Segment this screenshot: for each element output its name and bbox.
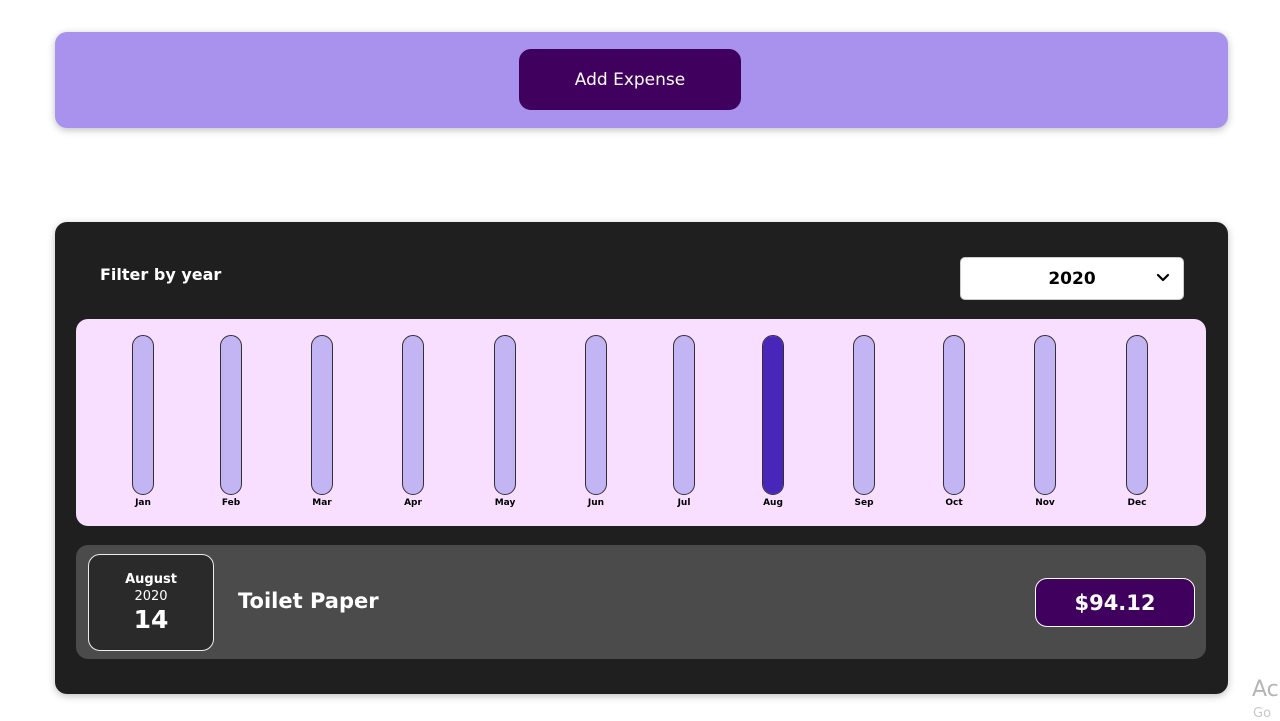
chart-bar-track <box>220 335 242 495</box>
chart-bar-feb: Feb <box>211 335 251 508</box>
chevron-down-icon <box>1156 273 1170 282</box>
chart-bar-track <box>585 335 607 495</box>
chart-bar-jan: Jan <box>123 335 163 508</box>
expense-date-month: August <box>125 571 177 587</box>
chart-bar-track <box>494 335 516 495</box>
chart-bar-may: May <box>485 335 525 508</box>
chart-bar-label: Sep <box>854 498 874 508</box>
chart-bar-jun: Jun <box>576 335 616 508</box>
chart-bar-label: Jun <box>587 498 605 508</box>
expenses-chart: Jan Feb Mar Apr May Jun Jul Aug Sep Oct Nov Dec <box>76 319 1206 526</box>
chart-bar-label: Feb <box>221 498 241 508</box>
year-select[interactable]: 2020 <box>960 257 1184 300</box>
chart-bar-track <box>132 335 154 495</box>
chart-bar-nov: Nov <box>1025 335 1065 508</box>
chart-bar-track <box>402 335 424 495</box>
chart-bar-fill <box>763 336 783 494</box>
expense-date-year: 2020 <box>134 588 168 604</box>
chart-bar-label: Jan <box>135 498 151 508</box>
chart-bar-oct: Oct <box>934 335 974 508</box>
chart-bar-mar: Mar <box>302 335 342 508</box>
chart-bar-label: Aug <box>763 498 783 508</box>
chart-bar-label: Nov <box>1035 498 1055 508</box>
chart-bar-track <box>762 335 784 495</box>
chart-bar-label: Mar <box>312 498 332 508</box>
chart-bar-label: Dec <box>1127 498 1147 508</box>
expenses-card: Filter by year 2020 Jan Feb Mar Apr May Jun Ju… <box>55 222 1228 694</box>
add-expense-button[interactable]: Add Expense <box>519 49 741 110</box>
chart-bar-track <box>943 335 965 495</box>
chart-bar-label: Oct <box>945 498 963 508</box>
chart-bar-track <box>1126 335 1148 495</box>
chart-bar-track <box>853 335 875 495</box>
chart-bar-track <box>1034 335 1056 495</box>
expense-amount: $94.12 <box>1035 578 1195 627</box>
chart-bar-dec: Dec <box>1117 335 1157 508</box>
expense-item: August 2020 14 Toilet Paper $94.12 <box>76 545 1206 659</box>
chart-bar-jul: Jul <box>664 335 704 508</box>
chart-bar-label: Apr <box>404 498 422 508</box>
chart-bar-label: May <box>494 498 516 508</box>
chart-bar-label: Jul <box>677 498 691 508</box>
expense-title: Toilet Paper <box>238 589 379 613</box>
chart-bar-track <box>311 335 333 495</box>
year-select-value: 2020 <box>1048 268 1096 289</box>
expense-date: August 2020 14 <box>88 554 214 651</box>
watermark-subtext: Go <box>1253 706 1272 721</box>
chart-bar-sep: Sep <box>844 335 884 508</box>
filter-by-year-label: Filter by year <box>100 265 222 284</box>
expense-date-day: 14 <box>133 604 169 634</box>
chart-bar-apr: Apr <box>393 335 433 508</box>
chart-bar-track <box>673 335 695 495</box>
watermark-text: Ac <box>1252 677 1279 702</box>
chart-bar-aug: Aug <box>753 335 793 508</box>
new-expense-panel: Add Expense <box>55 32 1228 128</box>
